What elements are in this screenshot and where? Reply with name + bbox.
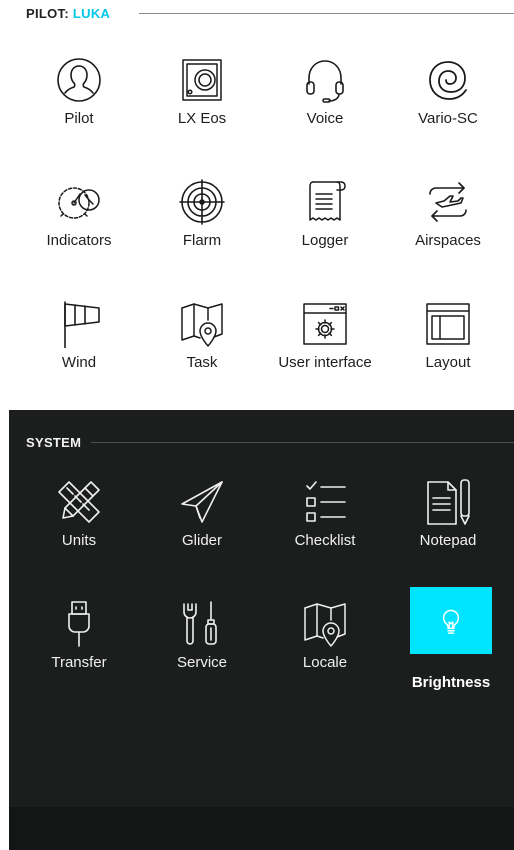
tile-glider[interactable]: Glider [161,468,243,549]
system-settings-panel: SYSTEM Units Glider Checklist Notepad Tr… [9,410,514,807]
ruler-pencil-icon [55,478,103,526]
system-header-divider [91,442,514,443]
tile-flarm[interactable]: Flarm [161,168,243,249]
pilot-header-prefix: PILOT: [26,6,73,21]
task-map-pin-icon [178,300,226,348]
left-bezel [0,0,9,850]
tile-indicators[interactable]: Indicators [38,168,120,249]
tile-service-label: Service [176,654,228,671]
tile-glider-label: Glider [181,532,222,549]
tile-lx-eos-label: LX Eos [177,110,227,127]
lx-eos-device-icon [178,56,226,104]
gauges-icon [55,178,103,226]
tile-logger-label: Logger [301,232,349,249]
tile-lx-eos[interactable]: LX Eos [161,46,243,127]
tile-task-label: Task [186,354,218,371]
paper-plane-icon [178,478,226,526]
tile-voice[interactable]: Voice [284,46,366,127]
tile-checklist-label: Checklist [294,532,356,549]
tile-voice-label: Voice [306,110,344,127]
tile-wind-label: Wind [61,354,97,371]
tile-units[interactable]: Units [38,468,120,549]
tile-layout[interactable]: Layout [407,290,489,371]
settings-screen: PILOT: LUKA Pilot LX Eos Voice Vario-SC … [0,0,514,850]
notepad-pencil-icon [424,478,472,526]
pilot-avatar-icon [55,56,103,104]
tile-logger[interactable]: Logger [284,168,366,249]
pilot-settings-panel: PILOT: LUKA Pilot LX Eos Voice Vario-SC … [9,0,514,410]
tile-wind[interactable]: Wind [38,290,120,371]
spiral-icon [424,56,472,104]
tile-brightness-label: Brightness [411,674,491,691]
checklist-icon [301,478,349,526]
tile-airspaces-label: Airspaces [415,232,481,249]
tile-indicators-label: Indicators [46,232,112,249]
tile-vario-sc[interactable]: Vario-SC [407,46,489,127]
locale-map-pin-icon [301,600,349,648]
tile-notepad-label: Notepad [419,532,477,549]
scroll-log-icon [301,178,349,226]
pilot-name: LUKA [72,6,111,21]
tile-service[interactable]: Service [161,590,243,671]
tile-locale-label: Locale [302,654,348,671]
wrench-screwdriver-icon [178,600,226,648]
bottom-status-bar [9,807,514,850]
tile-units-label: Units [61,532,97,549]
tile-pilot-label: Pilot [64,110,94,127]
tile-pilot[interactable]: Pilot [38,46,120,127]
tile-task[interactable]: Task [161,290,243,371]
system-section-header: SYSTEM [26,435,82,450]
tile-notepad[interactable]: Notepad [407,468,489,549]
pilot-section-header: PILOT: LUKA [26,6,110,21]
tile-locale[interactable]: Locale [284,590,366,671]
tile-checklist[interactable]: Checklist [284,468,366,549]
tile-transfer[interactable]: Transfer [38,590,120,671]
tile-vario-sc-label: Vario-SC [418,110,478,127]
tile-user-interface-label: User interface [278,354,372,371]
tile-transfer-label: Transfer [51,654,107,671]
lightbulb-icon [437,608,465,636]
layout-window-icon [424,300,472,348]
tile-layout-label: Layout [425,354,471,371]
tile-flarm-label: Flarm [182,232,222,249]
tile-user-interface[interactable]: User interface [278,290,372,371]
airspace-arrows-plane-icon [424,178,472,226]
window-gear-icon [301,300,349,348]
usb-plug-icon [55,600,103,648]
target-icon [178,178,226,226]
windsock-icon [55,300,103,348]
tile-airspaces[interactable]: Airspaces [407,168,489,249]
pilot-header-divider [139,13,514,14]
headset-icon [301,56,349,104]
tile-brightness[interactable]: Brightness [410,587,492,691]
